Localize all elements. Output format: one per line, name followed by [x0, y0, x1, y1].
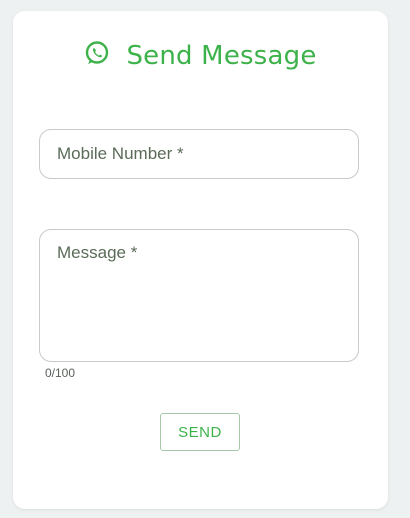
- page-title: Send Message: [126, 41, 317, 71]
- message-field[interactable]: Message *: [39, 229, 359, 362]
- mobile-number-label: Mobile Number *: [57, 144, 184, 163]
- mobile-number-field[interactable]: Mobile Number *: [39, 129, 359, 179]
- card-header: Send Message: [13, 41, 388, 71]
- send-message-card: Send Message Mobile Number * Message * 0…: [13, 11, 388, 509]
- message-char-counter: 0/100: [45, 366, 76, 380]
- send-button[interactable]: SEND: [160, 413, 240, 451]
- whatsapp-icon: [84, 40, 110, 66]
- message-label: Message *: [57, 243, 138, 262]
